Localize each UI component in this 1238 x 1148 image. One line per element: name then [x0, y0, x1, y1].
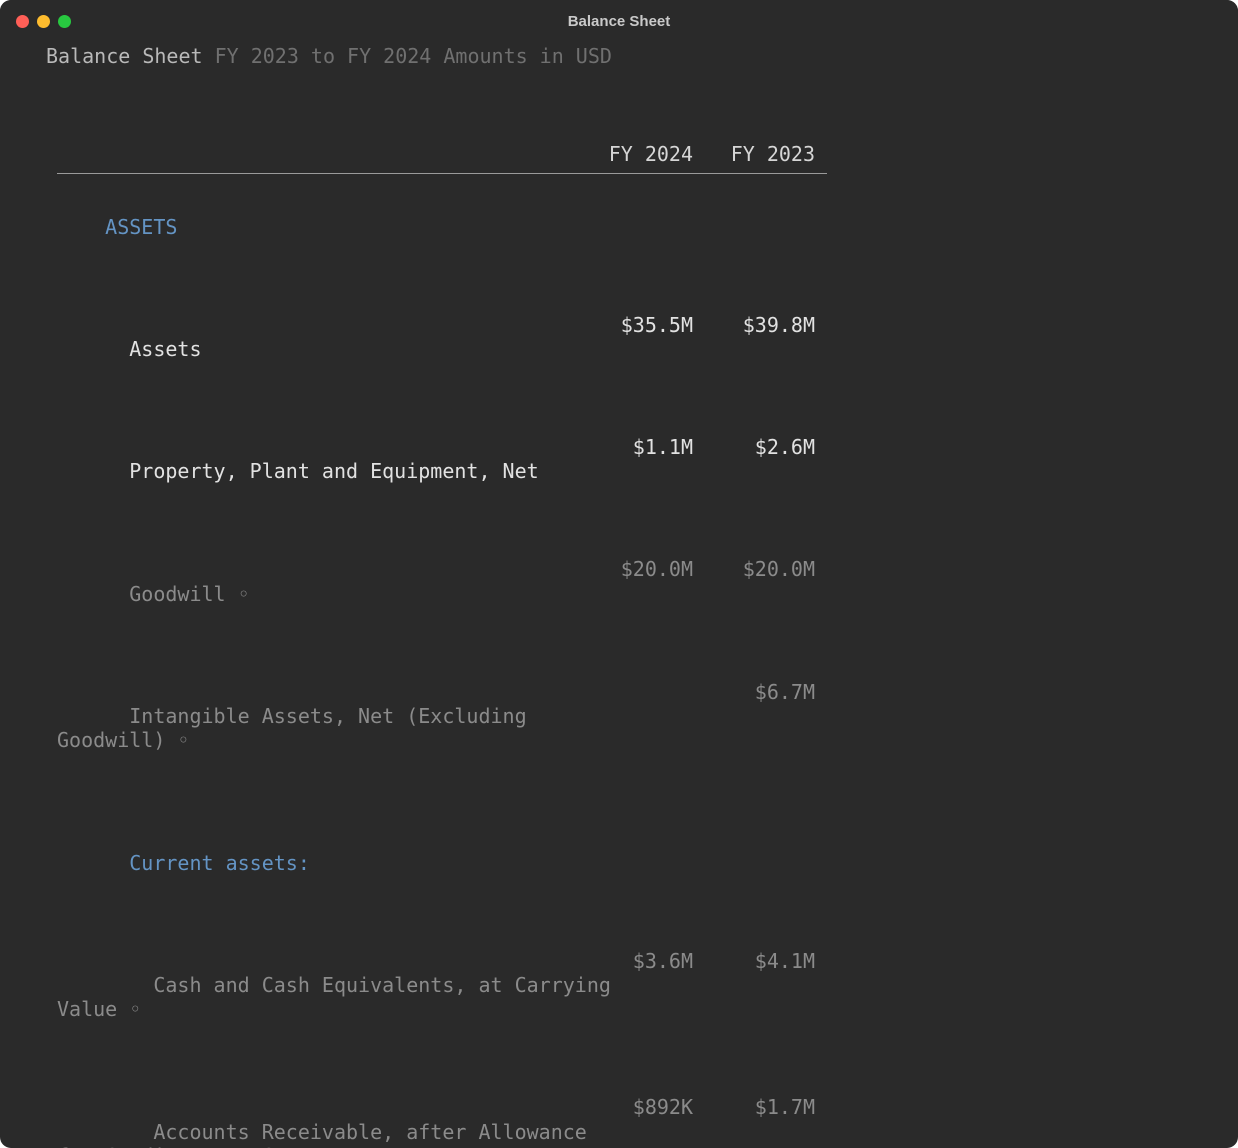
row-value-fy2023: $6.7M: [57, 680, 815, 704]
close-window-button[interactable]: [16, 15, 29, 28]
zoom-window-button[interactable]: [58, 15, 71, 28]
row-label: Goodwill ◦: [105, 582, 250, 606]
row-value-fy2023: $1.7M: [57, 1095, 815, 1119]
table-row: Assets $35.5M $39.8M: [57, 313, 1192, 435]
table-row: Accounts Receivable, after Allowance for…: [57, 1095, 1192, 1148]
window-controls: [16, 0, 71, 42]
table-row: Property, Plant and Equipment, Net $1.1M…: [57, 435, 1192, 557]
table-rows: ASSETS Assets $35.5M $39.8M Property, Pl…: [57, 191, 1192, 1148]
table-row: Cash and Cash Equivalents, at Carrying V…: [57, 949, 1192, 1096]
report-header: Balance Sheet FY 2023 to FY 2024 Amounts…: [46, 44, 1192, 69]
table-row: Intangible Assets, Net (Excluding Goodwi…: [57, 680, 1192, 827]
report-title: Balance Sheet: [46, 44, 215, 68]
row-label: Cash and Cash Equivalents, at Carrying V…: [57, 973, 611, 1021]
row-label: Accounts Receivable, after Allowance for…: [57, 1120, 587, 1148]
row-value-fy2023: $39.8M: [57, 313, 815, 337]
titlebar: Balance Sheet: [0, 0, 1238, 42]
table-row: ASSETS: [57, 191, 1192, 313]
header-divider: [57, 173, 827, 174]
row-value-fy2023: $4.1M: [57, 949, 815, 973]
column-header-fy2023: FY 2023: [57, 142, 815, 166]
row-label: Intangible Assets, Net (Excluding Goodwi…: [57, 704, 527, 752]
row-label: Assets: [105, 337, 201, 361]
row-label: ASSETS: [105, 215, 177, 239]
window-title: Balance Sheet: [568, 13, 671, 30]
row-value-fy2023: $2.6M: [57, 435, 815, 459]
terminal-window: Balance Sheet Balance Sheet FY 2023 to F…: [0, 0, 1238, 1148]
table-row: Goodwill ◦ $20.0M $20.0M: [57, 557, 1192, 679]
report-subtitle: FY 2023 to FY 2024 Amounts in USD: [215, 44, 612, 68]
row-label: Property, Plant and Equipment, Net: [105, 459, 538, 483]
row-label: Current assets:: [105, 851, 310, 875]
row-value-fy2023: $20.0M: [57, 557, 815, 581]
minimize-window-button[interactable]: [37, 15, 50, 28]
terminal-content: Balance Sheet FY 2023 to FY 2024 Amounts…: [0, 42, 1238, 1148]
table-column-headers: FY 2024 FY 2023: [57, 142, 1192, 167]
table-row: Current assets:: [57, 826, 1192, 948]
balance-sheet-table: FY 2024 FY 2023 ASSETS Assets $35.5M $39…: [57, 142, 1192, 1148]
